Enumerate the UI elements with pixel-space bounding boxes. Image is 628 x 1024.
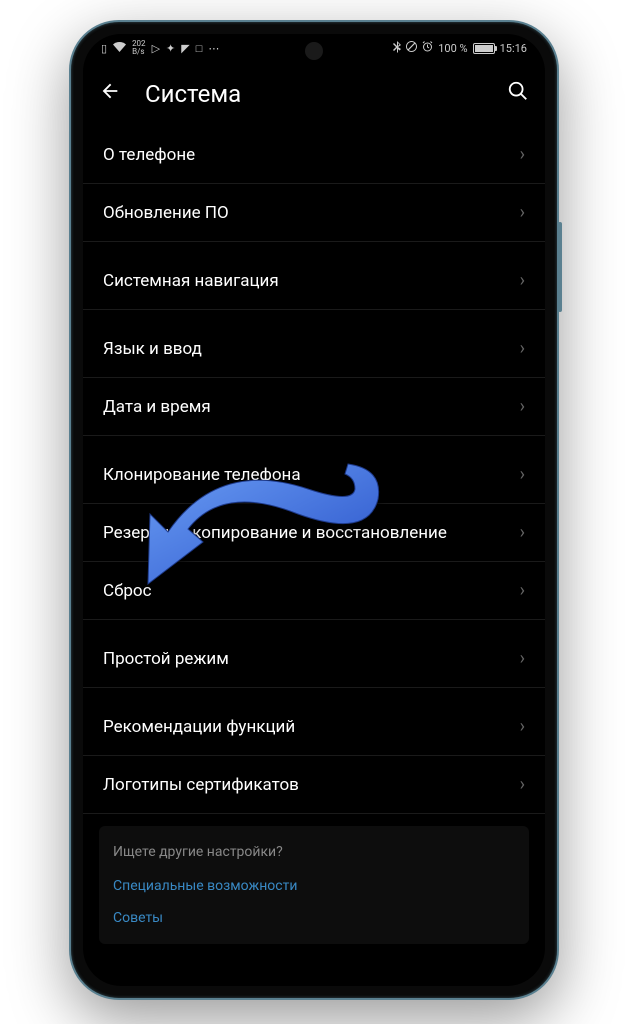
phone-side-button xyxy=(558,222,562,312)
accessibility-link[interactable]: Специальные возможности xyxy=(113,878,515,894)
settings-item-certificate-logos[interactable]: Логотипы сертификатов › xyxy=(83,756,545,814)
settings-section: Рекомендации функций › Логотипы сертифик… xyxy=(83,698,545,814)
settings-item-label: Клонирование телефона xyxy=(103,465,520,485)
settings-item-about-phone[interactable]: О телефоне › xyxy=(83,126,545,184)
more-settings-title: Ищете другие настройки? xyxy=(113,844,515,860)
chevron-right-icon: › xyxy=(520,270,525,291)
chevron-right-icon: › xyxy=(520,580,525,601)
chevron-right-icon: › xyxy=(520,464,525,485)
settings-item-label: Простой режим xyxy=(103,649,520,669)
app-icon-1: ◤ xyxy=(181,42,189,55)
header: Система xyxy=(83,62,545,126)
settings-item-label: Дата и время xyxy=(103,397,520,417)
settings-list: О телефоне › Обновление ПО › Системная н… xyxy=(83,126,545,944)
page-title: Система xyxy=(145,80,483,108)
phone-frame: ▯ 202B/s ▷ ✦ ◤ □ ⋯ xyxy=(69,20,559,1000)
settings-item-label: Язык и ввод xyxy=(103,339,520,359)
sim-icon: ▯ xyxy=(101,42,107,55)
chevron-right-icon: › xyxy=(520,144,525,165)
battery-percent: 100 % xyxy=(438,42,467,55)
more-icon: ⋯ xyxy=(208,42,219,55)
app-icon-2: □ xyxy=(196,42,203,55)
settings-item-label: Логотипы сертификатов xyxy=(103,775,520,795)
settings-section: Язык и ввод › Дата и время › xyxy=(83,320,545,436)
status-time: 15:16 xyxy=(500,42,527,55)
chevron-right-icon: › xyxy=(520,648,525,669)
settings-item-language-input[interactable]: Язык и ввод › xyxy=(83,320,545,378)
status-left: ▯ 202B/s ▷ ✦ ◤ □ ⋯ xyxy=(101,40,219,56)
battery-icon xyxy=(473,43,495,54)
settings-item-label: Системная навигация xyxy=(103,271,520,291)
chevron-right-icon: › xyxy=(520,716,525,737)
settings-item-phone-clone[interactable]: Клонирование телефона › xyxy=(83,446,545,504)
chevron-right-icon: › xyxy=(520,522,525,543)
settings-section: Клонирование телефона › Резервное копиро… xyxy=(83,446,545,620)
settings-item-date-time[interactable]: Дата и время › xyxy=(83,378,545,436)
settings-item-simple-mode[interactable]: Простой режим › xyxy=(83,630,545,688)
back-button[interactable] xyxy=(99,80,121,108)
search-button[interactable] xyxy=(507,80,529,108)
bluetooth-icon xyxy=(393,41,401,56)
settings-item-label: Сброс xyxy=(103,581,520,601)
settings-section: О телефоне › Обновление ПО › xyxy=(83,126,545,242)
settings-section: Простой режим › xyxy=(83,630,545,688)
settings-item-system-navigation[interactable]: Системная навигация › xyxy=(83,252,545,310)
settings-item-label: О телефоне xyxy=(103,145,520,165)
settings-section: Системная навигация › xyxy=(83,252,545,310)
settings-item-feature-recommendations[interactable]: Рекомендации функций › xyxy=(83,698,545,756)
settings-item-label: Обновление ПО xyxy=(103,203,520,223)
chevron-right-icon: › xyxy=(520,338,525,359)
phone-notch xyxy=(305,42,323,60)
chevron-right-icon: › xyxy=(520,202,525,223)
settings-item-backup-restore[interactable]: Резервное копирование и восстановление › xyxy=(83,504,545,562)
more-settings-card: Ищете другие настройки? Специальные возм… xyxy=(99,826,529,944)
phone-screen: ▯ 202B/s ▷ ✦ ◤ □ ⋯ xyxy=(83,34,545,986)
play-icon: ▷ xyxy=(152,42,160,55)
wifi-icon xyxy=(113,42,126,55)
alarm-icon xyxy=(422,41,433,55)
network-speed: 202B/s xyxy=(132,40,146,56)
chevron-right-icon: › xyxy=(520,774,525,795)
settings-item-reset[interactable]: Сброс › xyxy=(83,562,545,620)
settings-status-icon: ✦ xyxy=(166,42,175,55)
settings-item-software-update[interactable]: Обновление ПО › xyxy=(83,184,545,242)
chevron-right-icon: › xyxy=(520,396,525,417)
tips-link[interactable]: Советы xyxy=(113,910,515,926)
dnd-icon xyxy=(406,41,417,55)
settings-item-label: Рекомендации функций xyxy=(103,717,520,737)
settings-item-label: Резервное копирование и восстановление xyxy=(103,523,520,543)
status-right: 100 % 15:16 xyxy=(393,41,527,56)
